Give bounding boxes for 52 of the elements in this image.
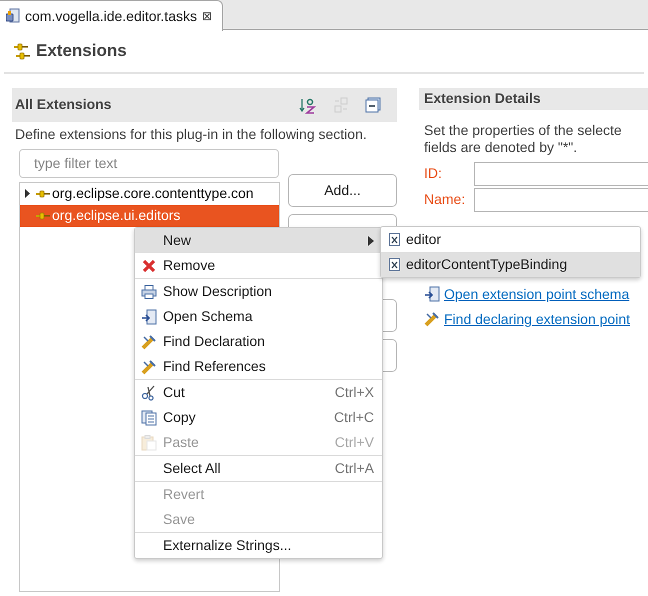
menu-item[interactable]: Select All Ctrl+A	[135, 456, 382, 481]
section-description: Define extensions for this plug-in in the following section.	[15, 124, 368, 144]
tree-item[interactable]: org.eclipse.ui.editors	[20, 204, 279, 226]
page-title: Extensions	[36, 40, 127, 62]
link[interactable]: Find declaring extension point	[444, 308, 630, 330]
menu-item[interactable]: Copy Ctrl+C	[135, 405, 382, 430]
field-label: ID:	[424, 164, 443, 183]
section-title: All Extensions	[15, 95, 112, 114]
filter-field[interactable]: type filter text	[19, 148, 279, 178]
menu-item[interactable]: editorContentTypeBinding	[381, 252, 640, 277]
field-label: Name:	[424, 190, 466, 209]
submenu-arrow-icon	[368, 236, 374, 246]
text-field[interactable]	[474, 188, 648, 212]
document-icon	[389, 258, 400, 271]
expand-all-icon	[333, 96, 349, 112]
schema-icon	[141, 308, 157, 324]
menu-item[interactable]: editor	[381, 227, 640, 252]
clipboard-icon	[141, 434, 157, 450]
find-icon	[141, 334, 157, 350]
scissors-icon	[141, 384, 157, 400]
text-field[interactable]	[474, 162, 648, 186]
printer-icon	[141, 284, 157, 298]
menu-item[interactable]: Cut Ctrl+X	[135, 380, 382, 405]
tree-item[interactable]: org.eclipse.core.contenttype.con	[20, 182, 279, 204]
find-icon	[424, 311, 440, 327]
menu-item[interactable]: Find Declaration	[135, 329, 382, 354]
document-icon	[389, 233, 400, 246]
link[interactable]: Open extension point schema	[444, 284, 630, 304]
copy-icon	[141, 410, 157, 426]
shortcut-label: Ctrl+V	[334, 433, 374, 452]
add-button[interactable]: Add...	[288, 174, 397, 206]
find-icon	[141, 358, 157, 374]
shortcut-label: Ctrl+A	[334, 459, 374, 478]
shortcut-label: Ctrl+X	[334, 383, 374, 402]
close-icon[interactable]: ⊠	[202, 7, 212, 25]
shortcut-label: Ctrl+C	[334, 408, 374, 427]
menu-item[interactable]: Find References	[135, 354, 382, 379]
collapse-all-icon	[365, 96, 381, 112]
section-title: Extension Details	[424, 89, 541, 108]
menu-item[interactable]: Open Schema	[135, 304, 382, 329]
remove-icon	[142, 258, 156, 272]
plug-icon	[36, 212, 50, 220]
editor-tab[interactable]: com.vogella.ide.editor.tasks ⊠	[0, 0, 223, 31]
extensions-icon	[14, 42, 30, 60]
menu-item[interactable]: Show Description	[135, 279, 382, 304]
plug-icon	[36, 190, 50, 198]
menu-item[interactable]: Externalize Strings...	[135, 533, 382, 558]
menu-item[interactable]: New	[135, 228, 382, 253]
plugin-file-icon	[6, 8, 20, 24]
schema-icon	[424, 286, 440, 302]
menu-item[interactable]: Remove	[135, 253, 382, 278]
section-description: Set the properties of the selecte fields are denoted by "*".	[424, 122, 623, 156]
